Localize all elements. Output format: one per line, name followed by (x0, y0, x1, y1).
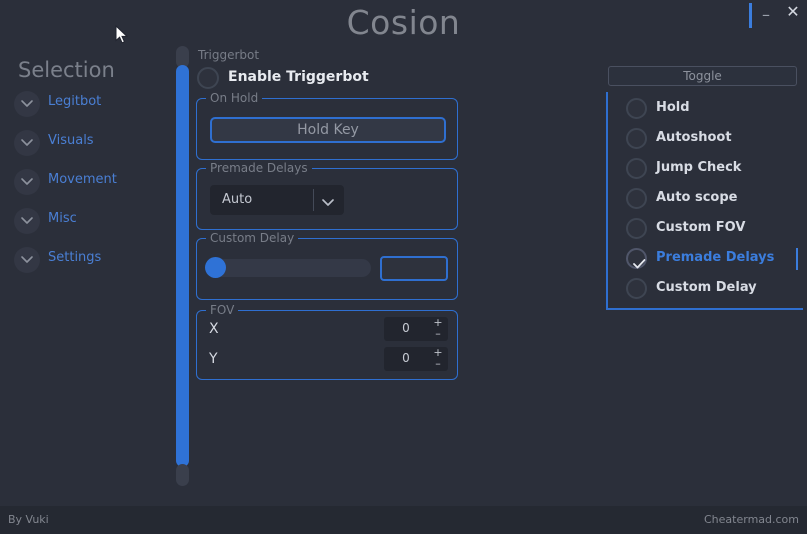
sidebar-item-legitbot[interactable]: Legitbot (14, 91, 154, 121)
group-legend: Custom Delay (206, 231, 299, 245)
fov-y-stepper-buttons: + – (428, 347, 448, 370)
sidebar: Selection Legitbot Visuals Movement Misc… (0, 45, 165, 505)
fov-y-value: 0 (402, 351, 410, 365)
sidebar-item-label: Movement (48, 172, 117, 187)
fov-y-stepper[interactable]: 0 + – (384, 347, 448, 371)
fov-y-label: Y (209, 351, 218, 367)
toggle-item-custom-fov[interactable]: Custom FOV (620, 216, 795, 244)
fov-x-decrement-button[interactable]: – (428, 328, 448, 340)
enable-triggerbot-toggle[interactable]: Enable Triggerbot (196, 66, 446, 92)
panel-legend: Triggerbot (198, 48, 260, 62)
footer-credit: By Vuki (8, 513, 49, 526)
custom-delay-group: Custom Delay (196, 231, 458, 300)
fov-y-decrement-button[interactable]: – (428, 358, 448, 370)
footer: By Vuki Cheatermad.com (0, 506, 807, 534)
sidebar-item-settings[interactable]: Settings (14, 247, 154, 277)
chevron-down-icon (320, 194, 336, 213)
check-icon (632, 255, 647, 274)
title-bar: Cosion – ✕ (0, 0, 807, 45)
fov-x-stepper[interactable]: 0 + – (384, 317, 448, 341)
chevron-down-icon (14, 169, 40, 195)
toggle-item-label: Custom FOV (656, 220, 746, 235)
radio-icon (626, 218, 647, 239)
group-legend: Premade Delays (206, 161, 312, 175)
active-item-marker (796, 248, 798, 270)
radio-icon (626, 158, 647, 179)
toggle-item-custom-delay[interactable]: Custom Delay (620, 276, 795, 304)
toggle-item-label: Jump Check (656, 160, 742, 175)
window-accent-bar (749, 3, 752, 28)
sidebar-item-label: Visuals (48, 133, 94, 148)
toggle-item-autoshoot[interactable]: Autoshoot (620, 126, 795, 154)
hold-key-button[interactable]: Hold Key (210, 117, 446, 143)
triggerbot-panel: Triggerbot Enable Triggerbot On Hold Hol… (196, 48, 466, 388)
radio-icon (626, 278, 647, 299)
vertical-scrollbar[interactable] (174, 46, 190, 486)
enable-triggerbot-label: Enable Triggerbot (228, 69, 369, 85)
custom-delay-input[interactable] (380, 256, 448, 281)
group-legend: FOV (206, 303, 239, 317)
fov-x-value: 0 (402, 321, 410, 335)
chevron-down-icon (14, 208, 40, 234)
toggle-item-auto-scope[interactable]: Auto scope (620, 186, 795, 214)
toggle-item-premade-delays[interactable]: Premade Delays (620, 246, 795, 274)
page-title: Cosion (346, 3, 461, 42)
toggle-button[interactable]: Toggle (608, 66, 797, 86)
chevron-down-icon (14, 91, 40, 117)
toggle-item-label: Custom Delay (656, 280, 757, 295)
premade-delays-group: Premade Delays Auto (196, 161, 458, 230)
premade-delays-select[interactable]: Auto (210, 185, 344, 215)
toggle-item-label: Premade Delays (656, 250, 775, 265)
sidebar-item-label: Settings (48, 250, 102, 265)
toggle-item-hold[interactable]: Hold (620, 96, 795, 124)
sidebar-item-label: Misc (48, 211, 77, 226)
fov-x-label: X (209, 321, 219, 337)
custom-delay-slider-thumb[interactable] (205, 257, 226, 278)
toggle-item-label: Hold (656, 100, 690, 115)
scrollbar-cap-bottom (176, 464, 189, 486)
toggle-item-label: Auto scope (656, 190, 738, 205)
custom-delay-slider-track[interactable] (208, 259, 371, 277)
chevron-down-icon (14, 130, 40, 156)
radio-checked-icon (626, 248, 647, 269)
radio-icon (626, 128, 647, 149)
premade-delays-value: Auto (222, 192, 253, 207)
chevron-down-icon (14, 247, 40, 273)
sidebar-item-movement[interactable]: Movement (14, 169, 154, 199)
fov-group: FOV X 0 + – Y 0 + – (196, 303, 458, 380)
close-button[interactable]: ✕ (783, 2, 803, 22)
radio-icon (197, 67, 219, 89)
toggle-item-label: Autoshoot (656, 130, 732, 145)
toggle-item-jump-check[interactable]: Jump Check (620, 156, 795, 184)
sidebar-item-visuals[interactable]: Visuals (14, 130, 154, 160)
radio-icon (626, 98, 647, 119)
toggle-list: Hold Autoshoot Jump Check Auto scope Cus… (606, 92, 803, 310)
on-hold-group: On Hold Hold Key (196, 91, 458, 160)
footer-site: Cheatermad.com (704, 513, 799, 526)
sidebar-item-misc[interactable]: Misc (14, 208, 154, 238)
minimize-button[interactable]: – (755, 4, 777, 26)
radio-icon (626, 188, 647, 209)
sidebar-title: Selection (18, 58, 115, 82)
fov-x-stepper-buttons: + – (428, 317, 448, 340)
sidebar-item-label: Legitbot (48, 94, 102, 109)
scrollbar-thumb[interactable] (176, 65, 189, 467)
toggle-panel: Toggle Hold Autoshoot Jump Check Auto sc… (606, 66, 803, 312)
select-separator (313, 189, 314, 211)
group-legend: On Hold (206, 91, 263, 105)
